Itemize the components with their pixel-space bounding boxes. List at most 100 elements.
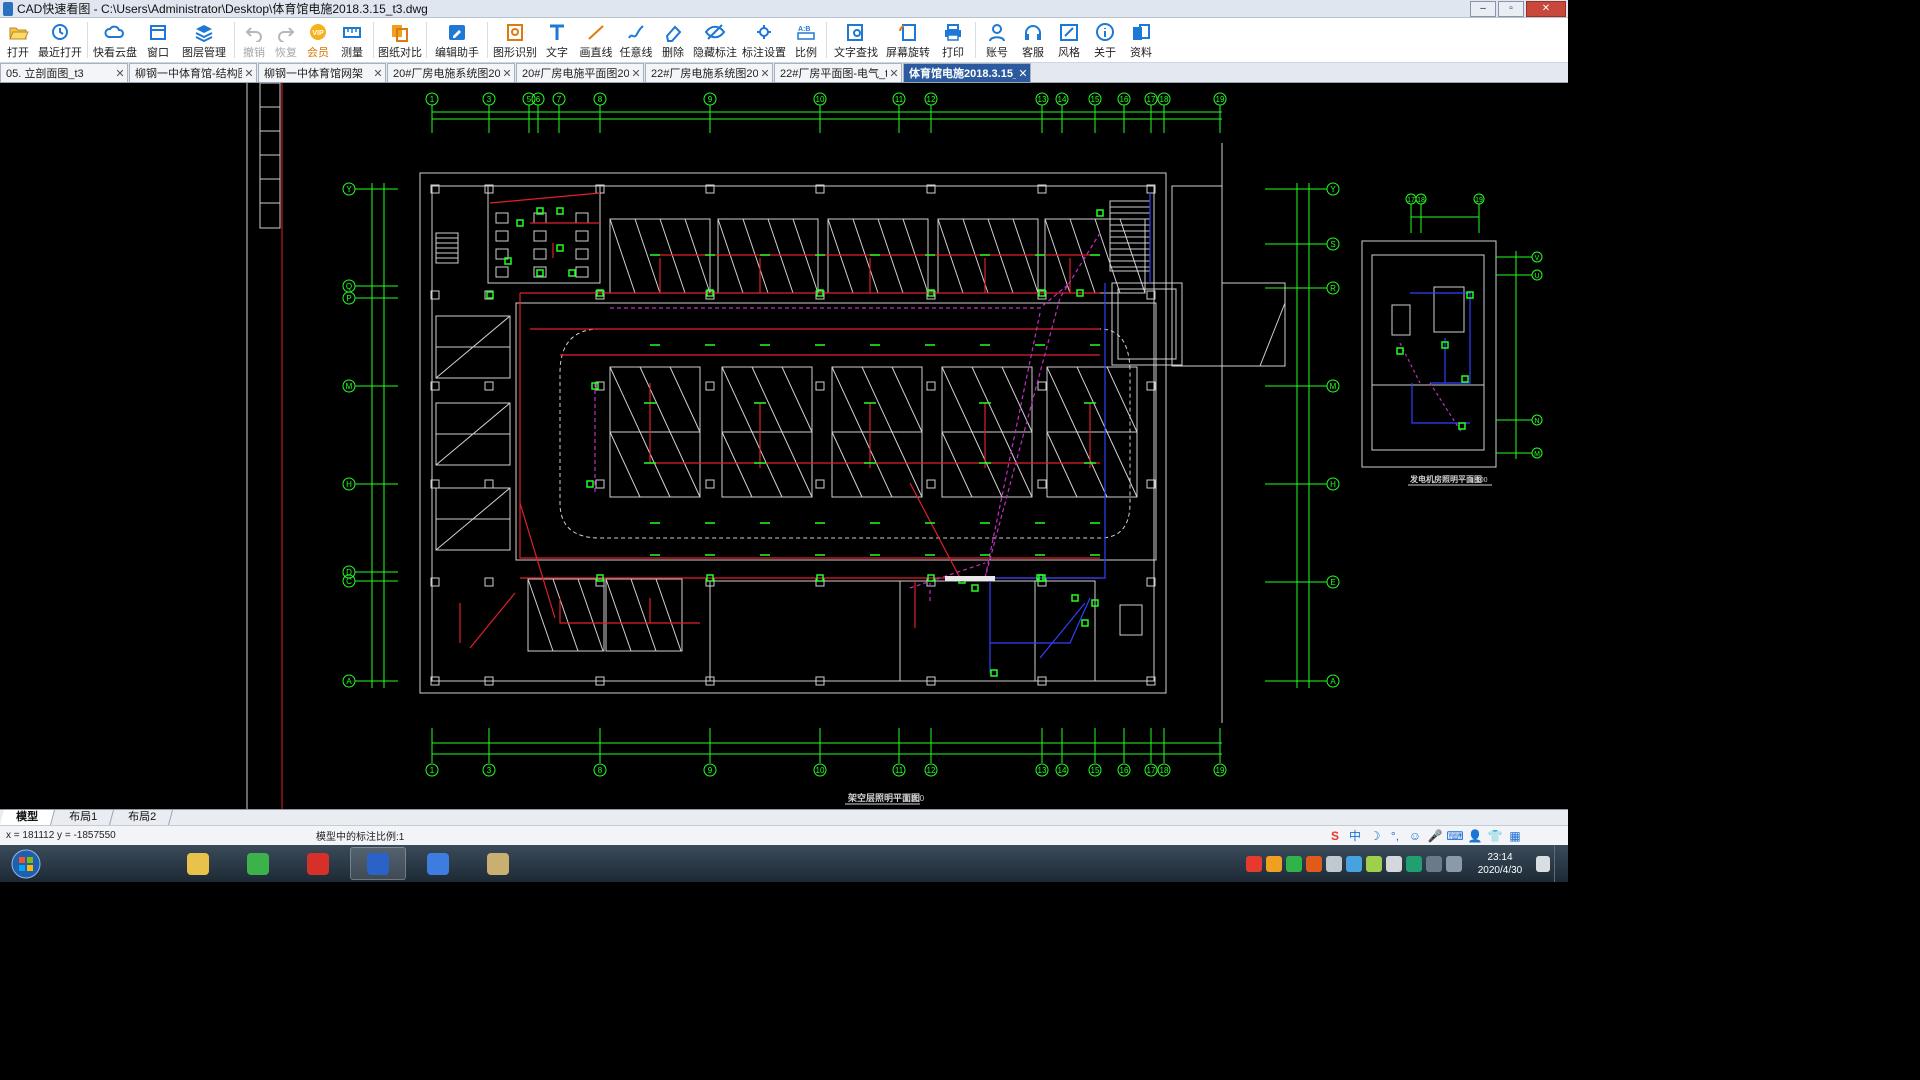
taskbar-app-button[interactable] [410, 847, 466, 880]
notification-icon[interactable] [1536, 855, 1550, 872]
taskbar-app-button[interactable] [170, 847, 226, 880]
toolbar-button-text-search[interactable]: 文字查找 [831, 18, 881, 62]
toolbar-button-scale[interactable]: A:B 比例 [790, 18, 822, 62]
ime-tool-icon[interactable]: 👕 [1486, 828, 1504, 844]
tray-app-icon[interactable] [1266, 855, 1282, 872]
document-tab[interactable]: 柳钢一中体育馆网架 ✕ [258, 63, 386, 82]
toolbar-button-vip[interactable]: VIP 会员 [303, 18, 333, 62]
tab-close-icon[interactable]: ✕ [113, 67, 127, 80]
toolbar-button-redo[interactable]: 恢复 [271, 18, 301, 62]
toolbar-button-freehand[interactable]: 任意线 [618, 18, 654, 62]
toolbar-button-label: 测量 [341, 47, 363, 59]
toolbar-button-text[interactable]: 文字 [540, 18, 574, 62]
tab-close-icon[interactable]: ✕ [887, 67, 901, 80]
document-tab[interactable]: 22#厂房平面图-电气_t6 ✕ [774, 63, 902, 82]
toolbar-button-rotate[interactable]: 屏幕旋转 [883, 18, 933, 62]
taskbar-app-button[interactable] [230, 847, 286, 880]
toolbar-button-shape-recognize[interactable]: 图形识别 [492, 18, 538, 62]
toolbar-button-docs[interactable]: 资料 [1124, 18, 1158, 62]
tray-volume-icon[interactable] [1446, 855, 1462, 872]
tray-app-icon[interactable] [1386, 855, 1402, 872]
layout-tab-1[interactable]: 布局1 [52, 810, 115, 825]
toolbar-button-line[interactable]: 画直线 [576, 18, 616, 62]
show-desktop-button[interactable] [1554, 845, 1568, 882]
light-fixture [568, 269, 576, 277]
tab-close-icon[interactable]: ✕ [758, 67, 772, 80]
light-fixture [536, 269, 544, 277]
tab-close-icon[interactable]: ✕ [629, 67, 643, 80]
toolbar-button-print[interactable]: 打印 [935, 18, 971, 62]
circuit-blue [990, 597, 1091, 644]
system-clock[interactable]: 23:14 2020/4/30 [1468, 851, 1532, 877]
document-tab[interactable]: 20#厂房电施平面图20… ✕ [516, 63, 644, 82]
tray-app-icon[interactable] [1306, 855, 1322, 872]
toolbar-button-info[interactable]: 关于 [1088, 18, 1122, 62]
ime-tool-icon[interactable]: ▦ [1506, 828, 1524, 844]
document-tab[interactable]: 05. 立剖面图_t3 ✕ [0, 63, 128, 82]
axis-label-top: 6 [536, 95, 541, 104]
layout-tab-model[interactable]: 模型 [0, 810, 56, 825]
tray-app-icon[interactable] [1406, 855, 1422, 872]
ime-tool-icon[interactable]: ☽ [1366, 828, 1384, 844]
tray-app-icon[interactable] [1366, 855, 1382, 872]
axis-label-right: H [1330, 480, 1336, 489]
toolbar-button-user[interactable]: 账号 [980, 18, 1014, 62]
light-fixture [586, 480, 594, 488]
tab-close-icon[interactable]: ✕ [500, 67, 514, 80]
toolbar-button-history[interactable]: 最近打开 [37, 18, 83, 62]
toolbar-button-eraser[interactable]: 删除 [656, 18, 690, 62]
maximize-button[interactable]: ▫ [1498, 0, 1524, 17]
close-button[interactable]: ✕ [1526, 0, 1566, 17]
axis-label-left: A [346, 677, 352, 686]
document-tab-label: 柳钢一中体育馆网架 [264, 68, 363, 80]
ime-tool-icon[interactable]: 🎤 [1426, 828, 1444, 844]
toolbar-button-annotation-settings[interactable]: 标注设置 [740, 18, 788, 62]
document-tab[interactable]: 22#厂房电施系统图20… ✕ [645, 63, 773, 82]
sogou-ime-icon[interactable]: S [1326, 828, 1344, 844]
hatch-line [1001, 431, 1033, 498]
toolbar-button-measure[interactable]: 测量 [335, 18, 369, 62]
ime-tool-icon[interactable]: 👤 [1466, 828, 1484, 844]
toolbar-button-eye-hide[interactable]: 隐藏标注 [692, 18, 738, 62]
cad-drawing[interactable]: 1 3 5 6 7 8 9 10 11 12 13 14 15 16 17 18 191 3 8 9 10 11 12 13 1… [0, 83, 1568, 809]
tray-app-icon[interactable] [1326, 855, 1342, 872]
tab-close-icon[interactable]: ✕ [371, 67, 385, 80]
layout-tab-2[interactable]: 布局2 [112, 810, 174, 825]
tab-close-icon[interactable]: ✕ [242, 67, 256, 80]
axis-label-right: A [1330, 677, 1336, 686]
toolbar-button-cloud[interactable]: 快看云盘 [92, 18, 138, 62]
taskbar-app-button[interactable] [290, 847, 346, 880]
toolbar-button-layers[interactable]: 图层管理 [178, 18, 230, 62]
annex-room [1171, 185, 1223, 367]
tray-app-icon[interactable] [1346, 855, 1362, 872]
axis-label-top: 16 [1120, 95, 1129, 104]
minimize-button[interactable]: – [1470, 0, 1496, 17]
ime-tool-icon[interactable]: ☺ [1406, 828, 1424, 844]
tray-network-icon[interactable] [1426, 855, 1442, 872]
ime-tool-icon[interactable]: ⌨ [1446, 828, 1464, 844]
tray-chat-icon[interactable] [1286, 855, 1302, 872]
document-tab-active[interactable]: 体育馆电施2018.3.15_ ✕ [903, 63, 1031, 82]
text-search-icon [845, 22, 867, 42]
toolbar-button-compare[interactable]: 图纸对比 [378, 18, 422, 62]
tray-app-icon[interactable] [1246, 855, 1262, 872]
toolbar-button-undo[interactable]: 撤销 [239, 18, 269, 62]
ime-tool-icon[interactable]: °, [1386, 828, 1404, 844]
toolbar-button-window[interactable]: 窗口 [140, 18, 176, 62]
document-tab-label: 柳钢一中体育馆-结构图 [135, 68, 242, 80]
document-tab[interactable]: 柳钢一中体育馆-结构图 ✕ [129, 63, 257, 82]
toolbar-button-edit-assistant[interactable]: 编辑助手 [431, 18, 483, 62]
hatch-line [1076, 431, 1108, 498]
ime-tool-icon[interactable]: 中 [1346, 828, 1364, 844]
taskbar-app-button[interactable] [350, 847, 406, 880]
document-tab[interactable]: 20#厂房电施系统图20… ✕ [387, 63, 515, 82]
toolbar-separator [826, 22, 827, 58]
toolbar-button-style[interactable]: 风格 [1052, 18, 1086, 62]
toolbar-button-folder-open[interactable]: 打开 [1, 18, 35, 62]
taskbar-app-button[interactable] [470, 847, 526, 880]
drawing-canvas[interactable]: 1 3 5 6 7 8 9 10 11 12 13 14 15 16 17 18 19 1 3 8 9 10 11 12 13 1… [0, 83, 1568, 809]
tab-close-icon[interactable]: ✕ [1016, 67, 1030, 80]
start-button[interactable] [4, 847, 48, 880]
toolbar-button-headset[interactable]: 客服 [1016, 18, 1050, 62]
light-fixture [1461, 375, 1469, 383]
